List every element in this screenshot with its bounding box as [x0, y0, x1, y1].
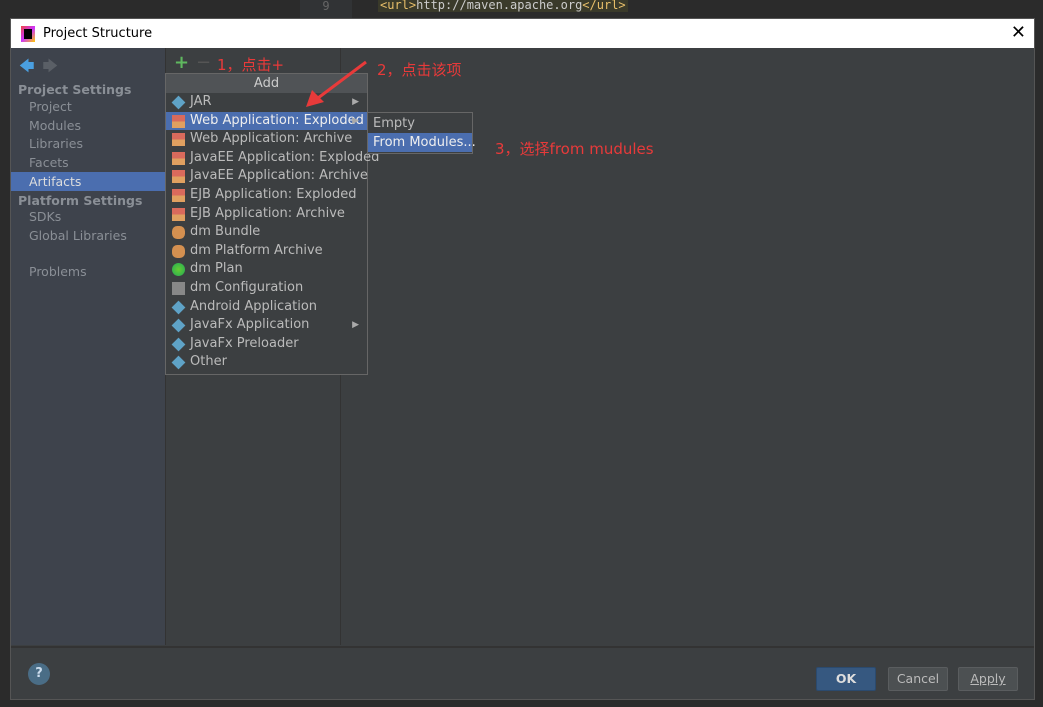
arrow-head [306, 90, 324, 107]
arrow-shaft [317, 60, 367, 100]
annotation-arrow [306, 60, 367, 107]
